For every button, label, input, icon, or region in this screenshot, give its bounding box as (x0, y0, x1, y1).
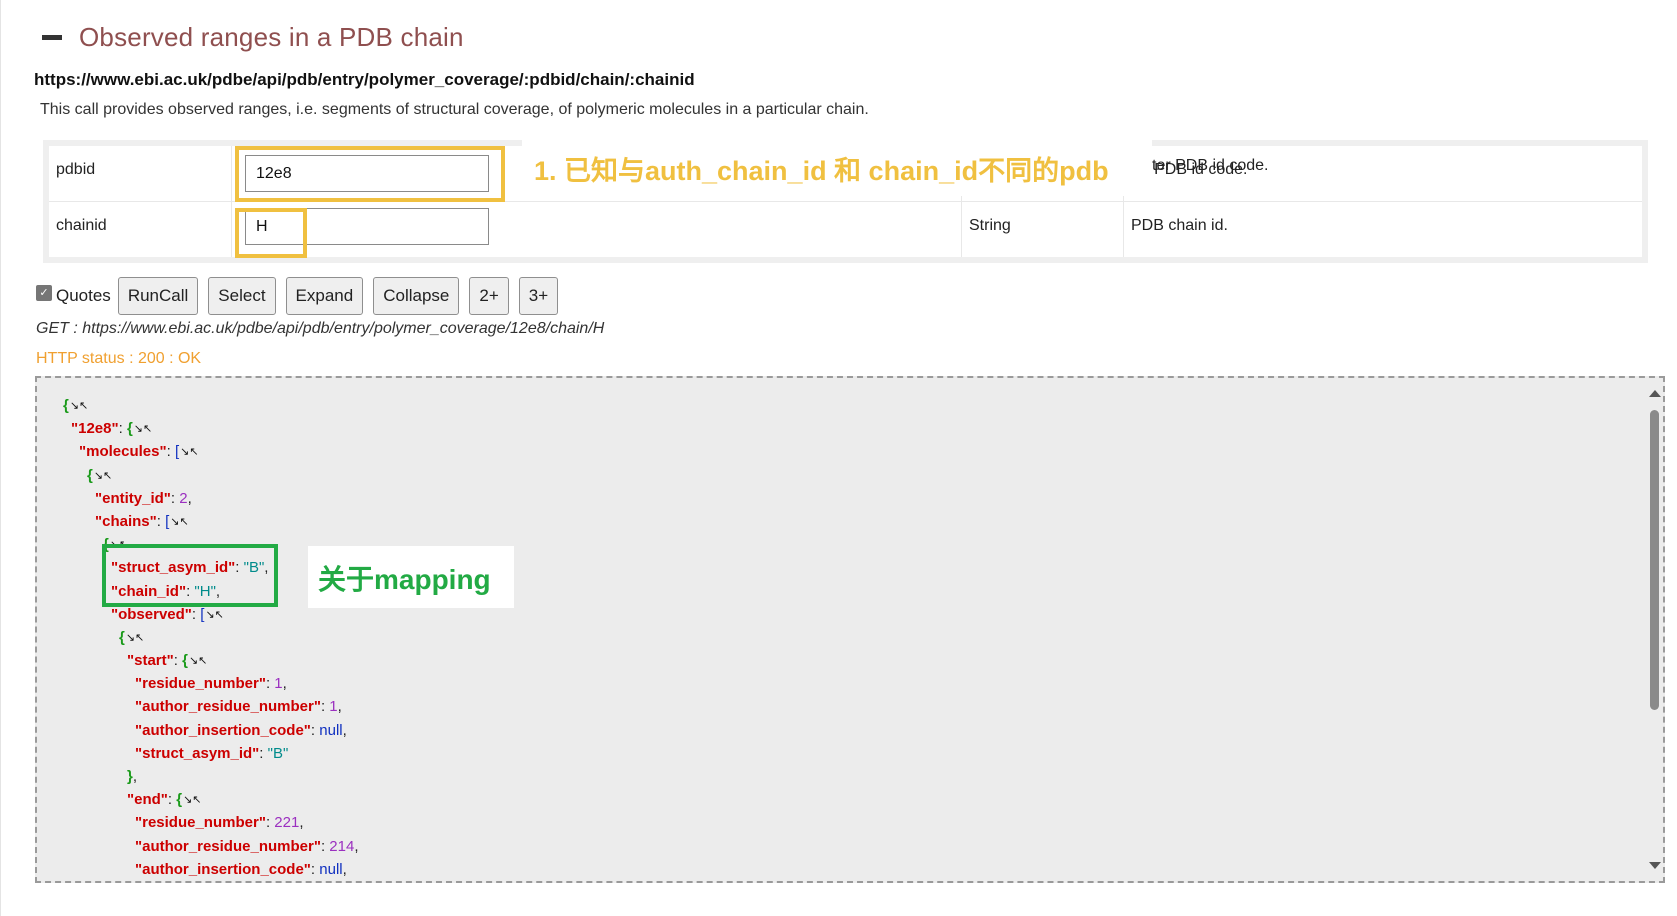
param-desc-tail: ter PDB id code. (1152, 157, 1269, 174)
request-url: GET : https://www.ebi.ac.uk/pdbe/api/pdb… (36, 320, 605, 337)
runcall-button[interactable]: RunCall (117, 277, 199, 315)
annotation-yellow: 1. 已知与auth_chain_id 和 chain_id不同的pdb (522, 140, 1152, 196)
toolbar: ✓ Quotes RunCall Select Expand Collapse … (36, 276, 568, 316)
highlight-chainid (235, 208, 307, 258)
collapse-arrows-icon[interactable]: ↘↖ (183, 794, 201, 806)
quotes-label: Quotes (56, 286, 111, 305)
highlight-mapping (102, 544, 278, 607)
json-line: "author_insertion_code": null, (135, 860, 347, 878)
json-line: "end": {↘↖ (127, 791, 202, 809)
json-line: "molecules": [↘↖ (79, 443, 199, 461)
section-header: Observed ranges in a PDB chain (42, 22, 464, 53)
param-type: String (962, 202, 1124, 257)
collapse-arrows-icon[interactable]: ↘↖ (126, 632, 144, 644)
expand-level-2-button[interactable]: 2+ (469, 277, 509, 315)
json-line: {↘↖ (119, 628, 145, 646)
scroll-down-arrow-icon[interactable] (1649, 862, 1661, 869)
json-line: "chains": [↘↖ (95, 512, 189, 530)
json-line: "author_insertion_code": null, (135, 721, 347, 739)
json-line: "author_residue_number": 214, (135, 837, 359, 855)
endpoint-description: This call provides observed ranges, i.e.… (40, 101, 869, 118)
collapse-arrows-icon[interactable]: ↘↖ (205, 609, 223, 621)
endpoint-url: https://www.ebi.ac.uk/pdbe/api/pdb/entry… (34, 70, 695, 89)
json-line: "12e8": {↘↖ (71, 420, 153, 438)
scroll-up-arrow-icon[interactable] (1649, 390, 1661, 397)
collapse-button[interactable]: Collapse (373, 277, 460, 315)
annotation-green: 关于mapping (308, 546, 514, 608)
json-tree: {↘↖ "12e8": {↘↖ "molecules": [↘↖ {↘↖ "en… (37, 394, 358, 881)
json-scrollbar[interactable] (1646, 378, 1663, 881)
json-line: "residue_number": 221, (135, 814, 304, 832)
select-button[interactable]: Select (208, 277, 276, 315)
param-name: chainid (49, 202, 232, 257)
json-line: "struct_asym_id": "B" (135, 744, 289, 762)
collapse-arrows-icon[interactable]: ↘↖ (189, 655, 207, 667)
minus-icon[interactable] (42, 35, 62, 40)
collapse-arrows-icon[interactable]: ↘↖ (180, 446, 198, 458)
http-status: HTTP status : 200 : OK (36, 350, 202, 367)
param-name: pdbid (49, 146, 232, 201)
json-line: "residue_number": 1, (135, 675, 287, 693)
json-line: "entity_id": 2, (95, 489, 192, 507)
collapse-arrows-icon[interactable]: ↘↖ (134, 423, 152, 435)
json-line: {↘↖ (63, 397, 89, 414)
quotes-checkbox[interactable]: ✓ (36, 285, 52, 301)
page-edge (0, 0, 1, 916)
collapse-arrows-icon[interactable]: ↘↖ (94, 470, 112, 482)
section-title: Observed ranges in a PDB chain (79, 22, 464, 52)
json-line: }, (127, 768, 138, 785)
collapse-arrows-icon[interactable]: ↘↖ (170, 516, 188, 528)
expand-button[interactable]: Expand (285, 277, 364, 315)
json-line: {↘↖ (87, 466, 113, 484)
expand-level-3-button[interactable]: 3+ (518, 277, 559, 315)
highlight-pdbid (235, 146, 505, 202)
json-response[interactable]: {↘↖ "12e8": {↘↖ "molecules": [↘↖ {↘↖ "en… (35, 376, 1665, 883)
param-desc: PDB chain id. (1131, 217, 1228, 234)
collapse-arrows-icon[interactable]: ↘↖ (70, 400, 88, 412)
json-line: "start": {↘↖ (127, 652, 208, 670)
scroll-thumb[interactable] (1650, 410, 1659, 710)
json-line: "author_residue_number": 1, (135, 698, 342, 716)
